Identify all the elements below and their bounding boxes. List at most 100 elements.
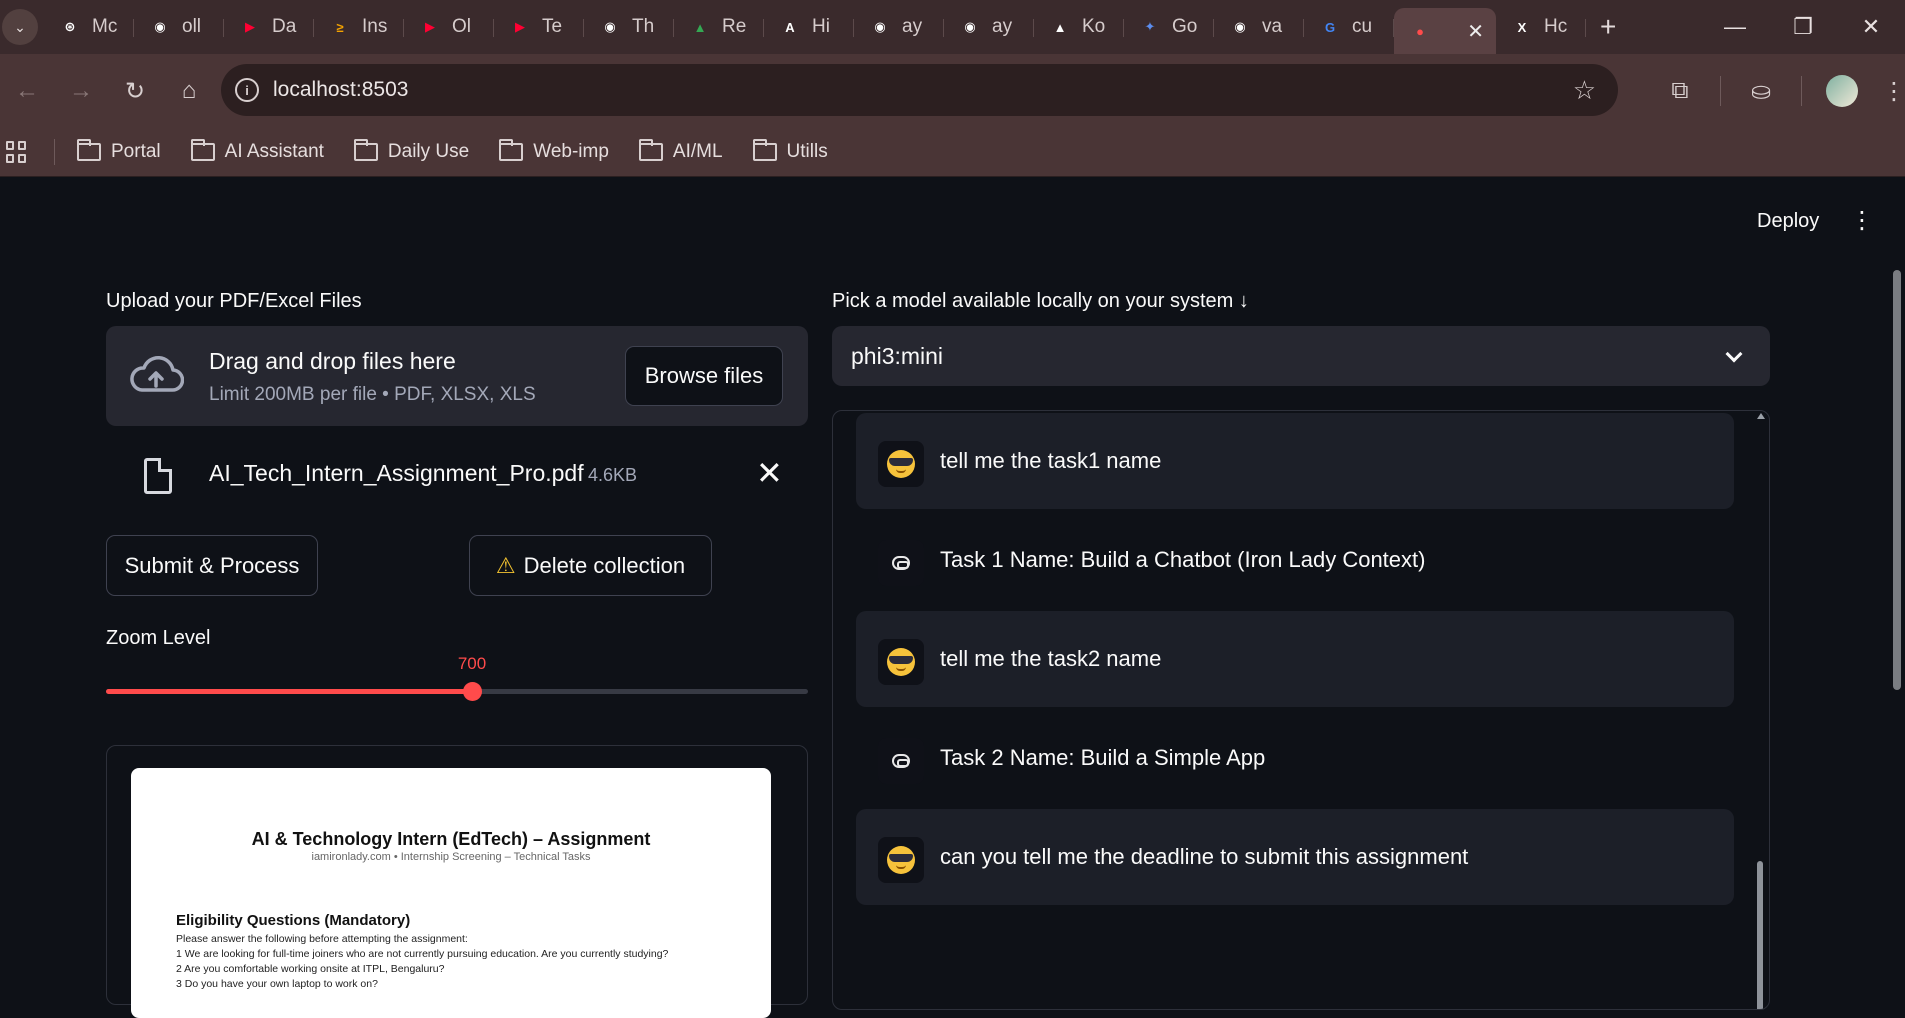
zoom-slider[interactable] — [106, 682, 808, 701]
user-message: can you tell me the deadline to submit t… — [856, 809, 1734, 905]
user-avatar — [878, 639, 924, 685]
model-select[interactable]: phi3:mini — [832, 326, 1770, 386]
page-scrollbar[interactable] — [1893, 270, 1901, 690]
home-icon[interactable]: ⌂ — [162, 77, 216, 105]
bookmarks-bar: Portal AI Assistant Daily Use Web-imp AI/ML U… — [0, 128, 1905, 177]
bookmark-folder[interactable]: Utills — [752, 139, 828, 163]
browse-files-button[interactable]: Browse files — [625, 346, 783, 406]
folder-icon — [353, 139, 378, 161]
site-info-icon[interactable]: i — [235, 78, 259, 102]
profile-avatar[interactable] — [1826, 75, 1858, 107]
extensions-icon[interactable]: ⧉ — [1640, 77, 1720, 105]
bot-icon — [892, 754, 910, 768]
incognito-icon[interactable]: ⛀ — [1721, 77, 1801, 106]
folder-icon — [752, 139, 777, 161]
delete-collection-button[interactable]: ⚠ Delete collection — [469, 535, 712, 596]
submit-process-label: Submit & Process — [124, 552, 300, 578]
tab-list: ⊛ Mc ◉ oll ▶ Da ≥ Ins ▶ Ol ▶ Te ◉ Th ▲ Re A Hi ◉ ay ◉ ay ▲ Ko ✦ G… — [44, 0, 1586, 54]
close-window-icon[interactable]: ✕ — [1837, 0, 1905, 54]
tab-title: va — [1262, 16, 1283, 37]
bookmark-label: AI/ML — [672, 141, 723, 162]
file-icon — [144, 458, 172, 494]
uploaded-file-size: 4.6KB — [588, 465, 638, 485]
browser-menu-icon[interactable]: ⋮ — [1882, 77, 1905, 106]
tab-title: Da — [272, 16, 297, 37]
bookmark-folder[interactable]: Web-imp — [499, 139, 609, 163]
tab-title: Go — [1172, 16, 1198, 37]
tab-title: Te — [542, 16, 563, 37]
browser-tab[interactable]: ▶ Te — [494, 7, 584, 47]
brand-icon: ≥ — [336, 19, 344, 35]
drive-icon: ▲ — [693, 19, 707, 35]
assistant-message: Task 1 Name: Build a Chatbot (Iron Lady … — [856, 512, 1734, 608]
bookmark-star-icon[interactable]: ☆ — [1573, 75, 1596, 106]
app-menu-icon[interactable]: ⋮ — [1850, 206, 1874, 235]
toolbar-divider — [1801, 76, 1802, 106]
forward-icon[interactable]: → — [54, 77, 108, 105]
browser-tab[interactable]: ▶ Ol — [404, 7, 494, 47]
bot-icon — [892, 556, 910, 570]
message-text: Task 1 Name: Build a Chatbot (Iron Lady … — [940, 547, 1426, 572]
reload-icon[interactable]: ↻ — [108, 77, 162, 106]
folder-icon — [499, 139, 524, 161]
browser-tab[interactable]: ◉ ay — [944, 7, 1034, 47]
bookmark-label: Web-imp — [533, 141, 609, 162]
tab-title: Ko — [1082, 16, 1106, 37]
github-icon: ◉ — [1234, 19, 1246, 34]
chat-scrollbar-thumb[interactable] — [1757, 861, 1763, 1009]
tab-title: Mc — [92, 16, 118, 37]
folder-icon — [638, 139, 663, 161]
remove-file-icon[interactable]: ✕ — [756, 454, 783, 492]
browser-tab[interactable]: ⊛ Mc — [44, 7, 134, 47]
delete-collection-label: Delete collection — [523, 552, 686, 578]
zoom-slider-thumb[interactable] — [463, 682, 482, 701]
bookmark-label: Utills — [786, 141, 828, 162]
tab-title: Hc — [1544, 16, 1568, 37]
browser-tab[interactable]: A Hi — [764, 7, 854, 47]
browser-tab[interactable]: ● ✕ — [1394, 8, 1496, 54]
assistant-avatar — [878, 738, 924, 784]
browser-tab[interactable]: ◉ va — [1214, 7, 1304, 47]
browser-tab[interactable]: X Hc — [1496, 7, 1586, 47]
apps-grid-icon[interactable] — [6, 141, 28, 163]
file-dropzone[interactable]: Drag and drop files here Limit 200MB per… — [106, 326, 808, 426]
browser-tab[interactable]: ◉ oll — [134, 7, 224, 47]
chat-container[interactable]: tell me the task1 name Task 1 Name: Build… — [832, 410, 1770, 1010]
bookmark-folder[interactable]: AI/ML — [638, 139, 723, 163]
browser-tab[interactable]: ≥ Ins — [314, 7, 404, 47]
minimize-icon[interactable]: — — [1701, 0, 1769, 54]
brand-icon: A — [785, 19, 795, 35]
browser-tab[interactable]: ▲ Re — [674, 7, 764, 47]
browser-tab[interactable]: ▶ Da — [224, 7, 314, 47]
dropzone-title: Drag and drop files here — [209, 348, 456, 374]
browser-tab[interactable]: ▲ Ko — [1034, 7, 1124, 47]
sunglasses-emoji-icon — [887, 846, 915, 874]
bookmark-folder[interactable]: Daily Use — [353, 139, 469, 163]
url-text[interactable]: localhost:8503 — [273, 78, 408, 102]
tab-search-chevron-icon[interactable]: ⌄ — [2, 9, 38, 45]
bookmark-folder[interactable]: AI Assistant — [190, 139, 324, 163]
youtube-icon: ▶ — [515, 19, 525, 34]
browser-tab[interactable]: Gcu — [1304, 7, 1394, 47]
browser-tab[interactable]: ◉ ay — [854, 7, 944, 47]
warning-icon: ⚠ — [495, 552, 516, 578]
uploaded-file-name: AI_Tech_Intern_Assignment_Pro.pdf — [209, 460, 584, 486]
google-icon: G — [1324, 19, 1336, 35]
back-icon[interactable]: ← — [0, 77, 54, 105]
model-selected-value: phi3:mini — [851, 343, 944, 369]
new-tab-button[interactable]: + — [1600, 11, 1616, 43]
zoom-value: 700 — [457, 654, 487, 673]
restore-icon[interactable]: ❐ — [1769, 0, 1837, 54]
browser-tab[interactable]: ◉ Th — [584, 7, 674, 47]
chat-scroll-up-icon[interactable] — [1757, 413, 1765, 419]
uploaded-file-row: AI_Tech_Intern_Assignment_Pro.pdf 4.6KB … — [106, 448, 808, 508]
address-bar[interactable]: i localhost:8503 ☆ — [221, 64, 1618, 116]
sunglasses-emoji-icon — [887, 648, 915, 676]
browser-tab[interactable]: ✦ Go — [1124, 7, 1214, 47]
close-tab-icon[interactable]: ✕ — [1467, 19, 1484, 44]
pdf-line: 1 We are looking for full-time joiners w… — [176, 948, 669, 960]
tab-title: Ins — [362, 16, 388, 37]
submit-process-button[interactable]: Submit & Process — [106, 535, 318, 596]
bookmark-folder[interactable]: Portal — [77, 139, 161, 163]
deploy-button[interactable]: Deploy — [1757, 210, 1819, 233]
